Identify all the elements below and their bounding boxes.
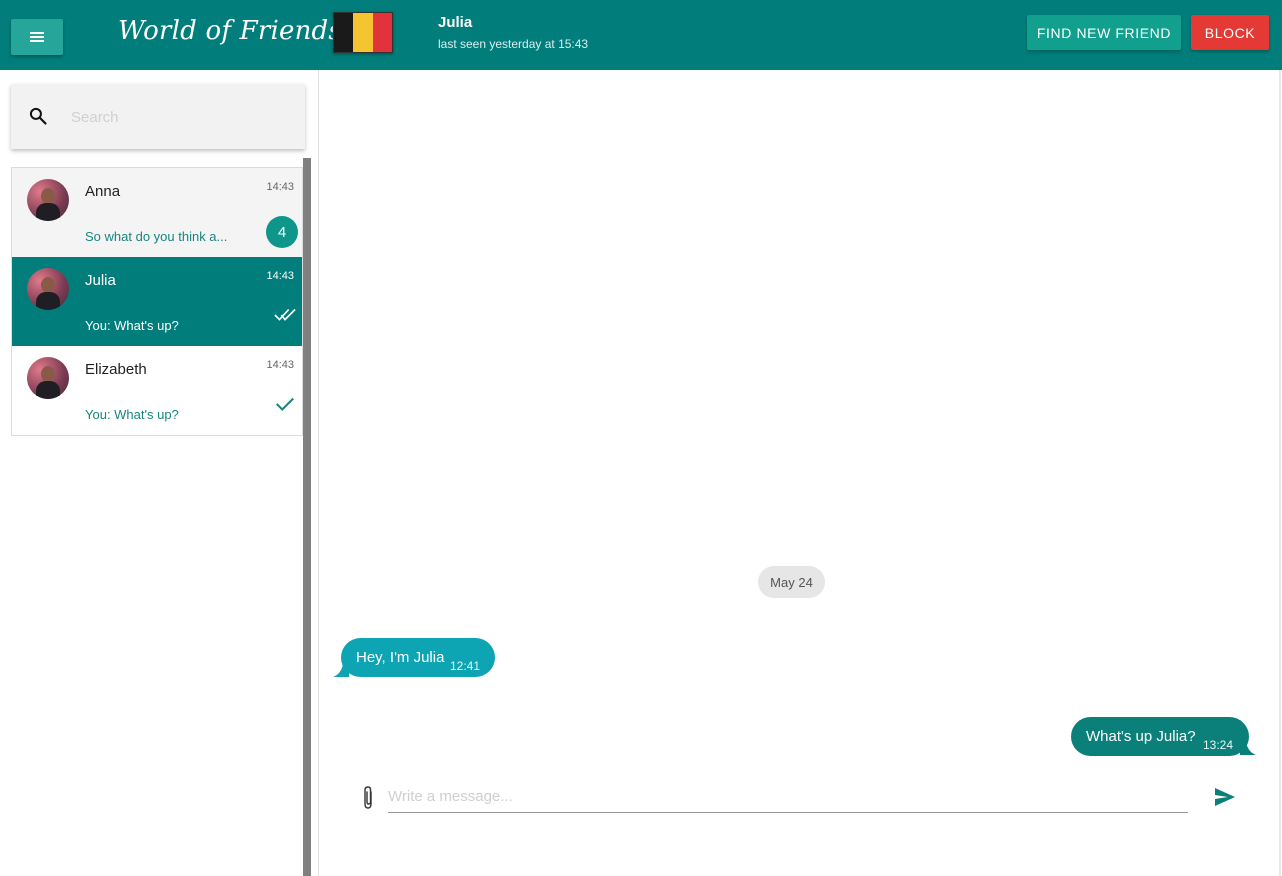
bubble-tail xyxy=(1240,742,1256,755)
menu-button[interactable] xyxy=(11,19,63,55)
sidebar-scrollbar[interactable] xyxy=(303,158,311,876)
chat-contact-status: last seen yesterday at 15:43 xyxy=(438,37,589,51)
sidebar: Anna 14:43 So what do you think a... 4 J… xyxy=(0,70,319,876)
avatar xyxy=(27,268,69,310)
conversation-name: Elizabeth xyxy=(85,361,147,378)
message-time: 13:24 xyxy=(1203,738,1234,752)
block-button[interactable]: BLOCK xyxy=(1191,15,1269,50)
paperclip-icon[interactable] xyxy=(358,785,378,811)
conversation-preview: You: What's up? xyxy=(85,318,179,333)
message-time: 12:41 xyxy=(450,659,481,673)
window-edge-divider xyxy=(1279,70,1281,876)
double-check-icon xyxy=(274,308,296,321)
check-icon xyxy=(276,397,294,411)
send-icon[interactable] xyxy=(1213,786,1237,808)
conversation-item-anna[interactable]: Anna 14:43 So what do you think a... 4 xyxy=(12,168,302,257)
bubble-tail xyxy=(333,664,349,677)
search-box xyxy=(11,84,305,149)
message-bubble-outgoing: What's up Julia? 13:24 xyxy=(1071,717,1249,756)
conversation-item-elizabeth[interactable]: Elizabeth 14:43 You: What's up? xyxy=(12,346,302,435)
search-input[interactable] xyxy=(71,104,291,130)
conversation-name: Anna xyxy=(85,183,121,200)
date-separator: May 24 xyxy=(758,566,825,598)
search-icon xyxy=(29,107,47,125)
belgium-flag-icon xyxy=(333,12,393,53)
message-bubble-incoming: Hey, I'm Julia 12:41 xyxy=(341,638,495,677)
conversation-preview: So what do you think a... xyxy=(85,229,228,244)
app-header: World of Friends Julia last seen yesterd… xyxy=(0,0,1282,70)
message-text: Hey, I'm Julia xyxy=(356,649,445,666)
conversation-time: 14:43 xyxy=(266,270,294,282)
hamburger-menu-icon xyxy=(30,32,44,42)
conversation-name: Julia xyxy=(85,272,116,289)
unread-count-badge: 4 xyxy=(266,216,298,248)
message-text: What's up Julia? xyxy=(1086,728,1196,745)
app-title: World of Friends xyxy=(118,16,342,46)
find-new-friend-button[interactable]: FIND NEW FRIEND xyxy=(1027,15,1181,50)
conversation-preview: You: What's up? xyxy=(85,407,179,422)
avatar xyxy=(27,357,69,399)
avatar xyxy=(27,179,69,221)
message-input[interactable] xyxy=(388,781,1188,813)
conversation-time: 14:43 xyxy=(266,181,294,193)
chat-contact-name: Julia xyxy=(438,14,473,31)
conversation-time: 14:43 xyxy=(266,359,294,371)
conversation-item-julia[interactable]: Julia 14:43 You: What's up? xyxy=(12,257,302,346)
conversation-list: Anna 14:43 So what do you think a... 4 J… xyxy=(11,167,303,436)
